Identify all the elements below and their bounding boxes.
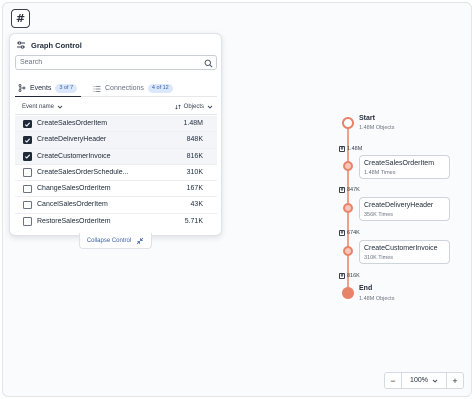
event-list: CreateSalesOrderItem 1.48M CreateDeliver… bbox=[15, 116, 217, 230]
table-header: Event name Objects bbox=[15, 100, 217, 115]
sliders-icon bbox=[17, 41, 25, 49]
row-object-count: 1.48M bbox=[183, 120, 203, 127]
hash-icon: # bbox=[339, 230, 345, 236]
chevron-down-icon bbox=[57, 105, 63, 109]
list-icon bbox=[93, 85, 101, 92]
zoom-level-select[interactable]: 100% bbox=[402, 377, 446, 384]
table-row[interactable]: CreateDeliveryHeader 848K bbox=[15, 132, 217, 149]
row-object-count: 310K bbox=[186, 168, 203, 176]
row-checkbox[interactable] bbox=[23, 200, 32, 210]
event-node[interactable] bbox=[343, 203, 353, 213]
zoom-out-button[interactable]: − bbox=[385, 373, 402, 388]
table-row[interactable]: CreateCustomerInvoice 816K bbox=[15, 148, 217, 165]
tab-events-badge: 3 of 7 bbox=[55, 83, 78, 93]
end-node[interactable] bbox=[342, 287, 354, 299]
column-event-name-label: Event name bbox=[22, 104, 55, 110]
table-row[interactable]: RestoreSalesOrderItem 5.71K bbox=[15, 214, 217, 230]
start-node-label: Start bbox=[359, 115, 375, 122]
process-graph: Start 1.48M Objects # 1.48M CreateSalesO… bbox=[330, 110, 460, 310]
hash-icon: # bbox=[339, 273, 345, 279]
graph-control-panel: Graph Control Events 3 of 7 bbox=[9, 33, 222, 236]
search-input[interactable] bbox=[20, 57, 200, 68]
end-node-label: End bbox=[359, 285, 373, 292]
hash-icon: # bbox=[339, 146, 345, 152]
edge-count: 674K bbox=[347, 230, 360, 236]
plus-icon: + bbox=[452, 375, 458, 386]
row-event-name: CreateCustomerInvoice bbox=[37, 152, 111, 160]
tab-connections[interactable]: Connections 4 of 12 bbox=[90, 80, 185, 97]
edge-label[interactable]: # 816K bbox=[339, 273, 360, 279]
panel-header: Graph Control bbox=[16, 38, 82, 52]
row-event-name: RestoreSalesOrderItem bbox=[37, 217, 111, 225]
branch-icon bbox=[18, 84, 26, 92]
event-card-title: CreateSalesOrderItem bbox=[364, 160, 435, 167]
hash-toggle-button[interactable]: # bbox=[11, 9, 30, 28]
search-icon bbox=[204, 59, 213, 68]
panel-title: Graph Control bbox=[31, 40, 82, 50]
column-objects[interactable]: Objects bbox=[174, 104, 213, 110]
edge-label[interactable]: # 674K bbox=[339, 230, 360, 236]
edge-count: 847K bbox=[347, 187, 360, 193]
chevron-down-icon bbox=[432, 379, 438, 383]
tab-connections-label: Connections bbox=[105, 85, 144, 92]
row-checkbox[interactable] bbox=[23, 168, 32, 177]
edge-count: 816K bbox=[347, 273, 360, 279]
minus-icon: − bbox=[390, 375, 396, 386]
event-card[interactable]: CreateDeliveryHeader 356K Times bbox=[359, 197, 450, 221]
tab-connections-badge: 4 of 12 bbox=[147, 84, 173, 93]
event-card-count: 356K Times bbox=[364, 212, 394, 218]
row-object-count: 43K bbox=[190, 201, 203, 209]
row-event-name: CancelSalesOrderItem bbox=[37, 201, 108, 209]
start-node-count: 1.48M Objects bbox=[359, 125, 395, 131]
row-checkbox[interactable] bbox=[23, 119, 32, 128]
column-event-name[interactable]: Event name bbox=[22, 104, 63, 110]
collapse-control-button[interactable]: Collapse Control bbox=[79, 233, 152, 249]
zoom-in-button[interactable]: + bbox=[446, 373, 463, 388]
event-card-count: 310K Times bbox=[364, 255, 394, 261]
tab-events-label: Events bbox=[30, 84, 52, 92]
tab-bar: Events 3 of 7 Connections 4 of 12 bbox=[15, 78, 217, 97]
event-card[interactable]: CreateSalesOrderItem 1.48M Times bbox=[359, 155, 450, 179]
table-row[interactable]: ChangeSalesOrderItem 167K bbox=[15, 181, 217, 198]
row-object-count: 848K bbox=[186, 136, 203, 144]
row-checkbox[interactable] bbox=[23, 152, 32, 161]
edge-label[interactable]: # 1.48M bbox=[339, 146, 362, 152]
start-node[interactable] bbox=[342, 117, 354, 129]
edge-count: 1.48M bbox=[347, 146, 363, 152]
row-event-name: ChangeSalesOrderItem bbox=[37, 185, 111, 193]
row-checkbox[interactable] bbox=[23, 135, 32, 145]
chevron-down-icon bbox=[207, 105, 213, 109]
edge-label[interactable]: # 847K bbox=[339, 187, 360, 193]
event-card-count: 1.48M Times bbox=[364, 170, 396, 176]
event-node[interactable] bbox=[343, 161, 353, 171]
event-card[interactable]: CreateCustomerInvoice 310K Times bbox=[359, 240, 450, 264]
collapse-control-label: Collapse Control bbox=[86, 237, 132, 244]
row-event-name: CreateSalesOrderSchedule... bbox=[37, 168, 129, 176]
hash-icon: # bbox=[15, 12, 26, 25]
zoom-control: − 100% + bbox=[384, 372, 464, 389]
sort-icon bbox=[174, 104, 181, 110]
event-card-title: CreateDeliveryHeader bbox=[364, 202, 434, 209]
table-row[interactable]: CreateSalesOrderItem 1.48M bbox=[15, 116, 217, 133]
collapse-arrows-icon bbox=[136, 237, 144, 244]
column-objects-label: Objects bbox=[183, 104, 204, 110]
row-object-count: 816K bbox=[186, 152, 203, 160]
table-row[interactable]: CancelSalesOrderItem 43K bbox=[15, 197, 217, 214]
zoom-level-value: 100% bbox=[410, 377, 428, 384]
row-object-count: 5.71K bbox=[184, 217, 203, 225]
search-field[interactable] bbox=[15, 55, 217, 70]
tab-events[interactable]: Events 3 of 7 bbox=[15, 80, 81, 97]
table-row[interactable]: CreateSalesOrderSchedule... 310K bbox=[15, 165, 217, 182]
event-card-title: CreateCustomerInvoice bbox=[364, 245, 438, 252]
row-checkbox[interactable] bbox=[23, 184, 32, 194]
row-event-name: CreateSalesOrderItem bbox=[37, 120, 108, 127]
hash-icon: # bbox=[339, 187, 345, 193]
end-node-count: 1.48M Objects bbox=[359, 296, 395, 302]
row-object-count: 167K bbox=[186, 185, 203, 193]
event-node[interactable] bbox=[343, 246, 353, 256]
row-event-name: CreateDeliveryHeader bbox=[37, 136, 107, 144]
row-checkbox[interactable] bbox=[23, 217, 32, 226]
